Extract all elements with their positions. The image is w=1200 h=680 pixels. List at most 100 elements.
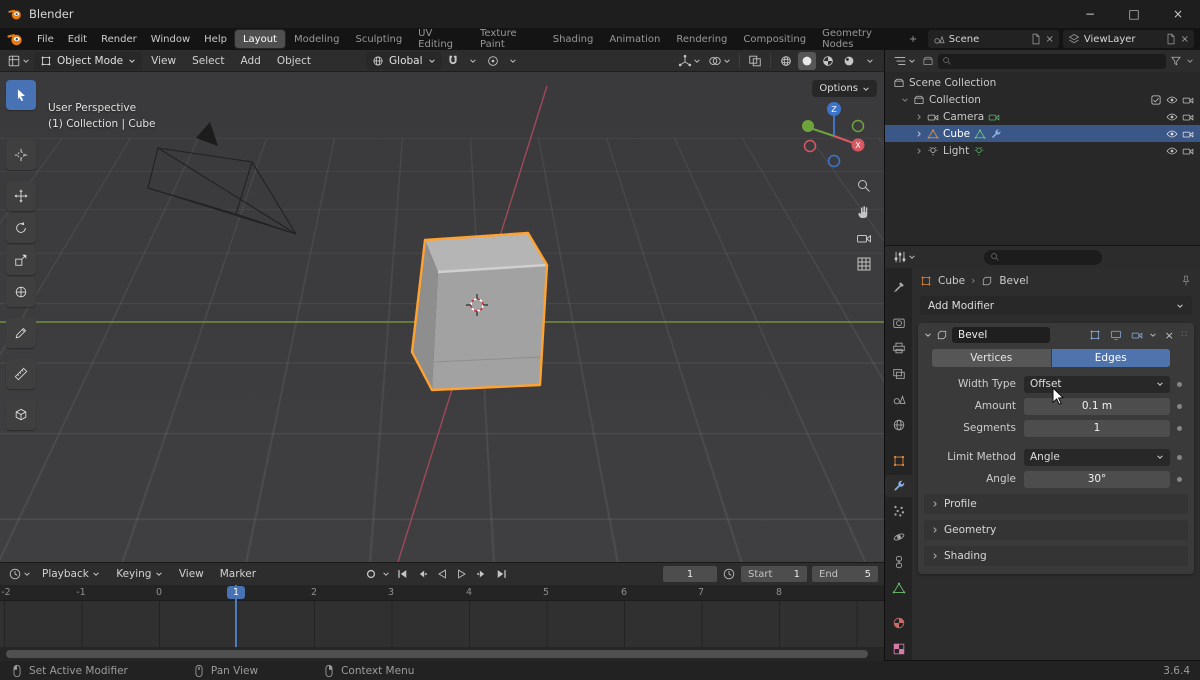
snapping-dropdown[interactable] [464, 52, 482, 70]
scene-selector[interactable]: Scene × [927, 30, 1059, 48]
checkbox-icon[interactable] [1150, 94, 1162, 106]
show-gizmos-toggle[interactable] [676, 52, 703, 70]
drag-handle-icon[interactable]: ∷ [1181, 330, 1188, 340]
new-view-layer-icon[interactable] [1165, 33, 1177, 45]
transform-orientation-dropdown[interactable]: Global [366, 51, 442, 70]
proportional-editing-dropdown[interactable] [504, 52, 522, 70]
workspace-tab-uv-editing[interactable]: UV Editing [410, 28, 472, 50]
view-layer-selector[interactable]: ViewLayer × [1062, 30, 1195, 48]
limit-method-dropdown[interactable]: Angle [1024, 448, 1170, 466]
perspective-grid-icon[interactable] [856, 256, 872, 272]
viewport-3d[interactable]: User Perspective (1) Collection | Cube O… [0, 72, 884, 562]
workspace-tab-animation[interactable]: Animation [601, 28, 668, 50]
tab-object-data[interactable] [885, 576, 912, 598]
gizmo-neg-y-axis[interactable] [851, 119, 865, 133]
menu-help[interactable]: Help [197, 28, 234, 50]
menu-select[interactable]: Select [185, 50, 231, 72]
unlink-scene-icon[interactable]: × [1046, 34, 1054, 45]
play-button[interactable] [453, 565, 470, 583]
angle-field[interactable]: 30° [1024, 470, 1170, 488]
timeline-ruler[interactable]: -2 -1 0 1 2 3 4 5 6 7 8 [0, 585, 884, 601]
panel-expand-icon[interactable] [924, 331, 932, 339]
tool-measure[interactable] [6, 359, 36, 389]
shading-rendered-button[interactable] [840, 52, 858, 70]
cube-object[interactable] [410, 231, 549, 392]
tab-constraints[interactable] [885, 551, 912, 573]
disclosure-expanded-icon[interactable] [901, 96, 909, 104]
playhead-frame-badge[interactable]: 1 [227, 586, 245, 599]
tab-physics[interactable] [885, 526, 912, 548]
shading-solid-button[interactable] [798, 51, 816, 70]
subpanel-geometry[interactable]: Geometry [924, 520, 1188, 540]
segments-field[interactable]: 1 [1024, 419, 1170, 437]
menu-add[interactable]: Add [233, 50, 267, 72]
shading-material-button[interactable] [819, 52, 837, 70]
mode-dropdown[interactable]: Object Mode [34, 51, 143, 70]
render-visibility-camera-icon[interactable] [1182, 145, 1194, 157]
subpanel-shading[interactable]: Shading [924, 546, 1188, 566]
play-reverse-button[interactable] [433, 565, 450, 583]
jump-to-end-button[interactable] [493, 565, 510, 583]
tool-move[interactable] [6, 181, 36, 211]
menu-window[interactable]: Window [144, 28, 197, 50]
blender-menu-button[interactable] [0, 31, 30, 47]
scrollbar-handle[interactable] [6, 650, 868, 658]
gizmo-neg-x-axis[interactable] [803, 139, 817, 153]
shading-wireframe-button[interactable] [777, 52, 795, 70]
add-modifier-button[interactable]: Add Modifier [920, 296, 1192, 315]
disclosure-collapsed-icon[interactable] [915, 113, 923, 121]
menu-object[interactable]: Object [270, 50, 318, 72]
eye-icon[interactable] [1166, 111, 1178, 123]
outliner-search-input[interactable] [938, 53, 1166, 69]
tab-material[interactable] [885, 612, 912, 634]
workspace-tab-sculpting[interactable]: Sculpting [347, 28, 410, 50]
timeline-track-area[interactable] [0, 601, 884, 647]
close-button[interactable]: × [1156, 0, 1200, 28]
menu-view[interactable]: View [144, 50, 183, 72]
editor-type-button[interactable] [5, 52, 32, 70]
filter-icon[interactable] [1170, 55, 1182, 67]
display-realtime-toggle[interactable] [1107, 327, 1124, 343]
disclosure-collapsed-icon[interactable] [915, 147, 923, 155]
animate-dot[interactable] [1170, 381, 1188, 387]
gizmo-y-axis[interactable] [802, 120, 814, 132]
delete-modifier-icon[interactable]: × [1161, 329, 1177, 342]
modifier-name-field[interactable]: Bevel [952, 327, 1050, 343]
render-visibility-camera-icon[interactable] [1182, 111, 1194, 123]
animate-dot[interactable] [1170, 454, 1188, 460]
gizmo-neg-z-axis[interactable] [827, 154, 841, 168]
tab-tool[interactable] [885, 276, 912, 298]
tab-particles[interactable] [885, 500, 912, 522]
snapping-toggle[interactable] [444, 52, 462, 70]
breadcrumb-object[interactable]: Cube [938, 275, 965, 287]
display-render-toggle[interactable] [1128, 327, 1145, 343]
outliner-row-camera[interactable]: Camera [885, 108, 1200, 125]
properties-editor-type-button[interactable] [891, 248, 918, 266]
animate-dot[interactable] [1170, 425, 1188, 431]
tab-world[interactable] [885, 414, 912, 436]
show-overlays-toggle[interactable] [706, 52, 733, 70]
render-visibility-camera-icon[interactable] [1182, 94, 1194, 106]
navigation-gizmo[interactable]: Z X [796, 96, 872, 172]
tool-transform[interactable] [6, 277, 36, 307]
tool-scale[interactable] [6, 245, 36, 275]
minimize-button[interactable]: − [1068, 0, 1112, 28]
width-type-dropdown[interactable]: Offset [1024, 375, 1170, 393]
outliner-row-scene-collection[interactable]: Scene Collection [885, 74, 1200, 91]
tab-modifiers[interactable] [885, 474, 912, 498]
xray-toggle[interactable] [746, 52, 764, 70]
new-scene-icon[interactable] [1030, 33, 1042, 45]
remove-view-layer-icon[interactable]: × [1181, 34, 1189, 45]
workspace-tab-layout[interactable]: Layout [233, 29, 286, 49]
shading-dropdown[interactable] [861, 52, 879, 70]
eye-icon[interactable] [1166, 145, 1178, 157]
tool-rotate[interactable] [6, 213, 36, 243]
menu-edit[interactable]: Edit [61, 28, 94, 50]
next-keyframe-button[interactable] [473, 565, 490, 583]
camera-view-icon[interactable] [856, 230, 872, 246]
timeline-rail[interactable]: -2 -1 0 1 2 3 4 5 6 7 8 1 [0, 585, 884, 661]
eye-icon[interactable] [1166, 94, 1178, 106]
tab-scene[interactable] [885, 388, 912, 410]
tab-object[interactable] [885, 449, 912, 471]
menu-marker[interactable]: Marker [213, 563, 263, 585]
